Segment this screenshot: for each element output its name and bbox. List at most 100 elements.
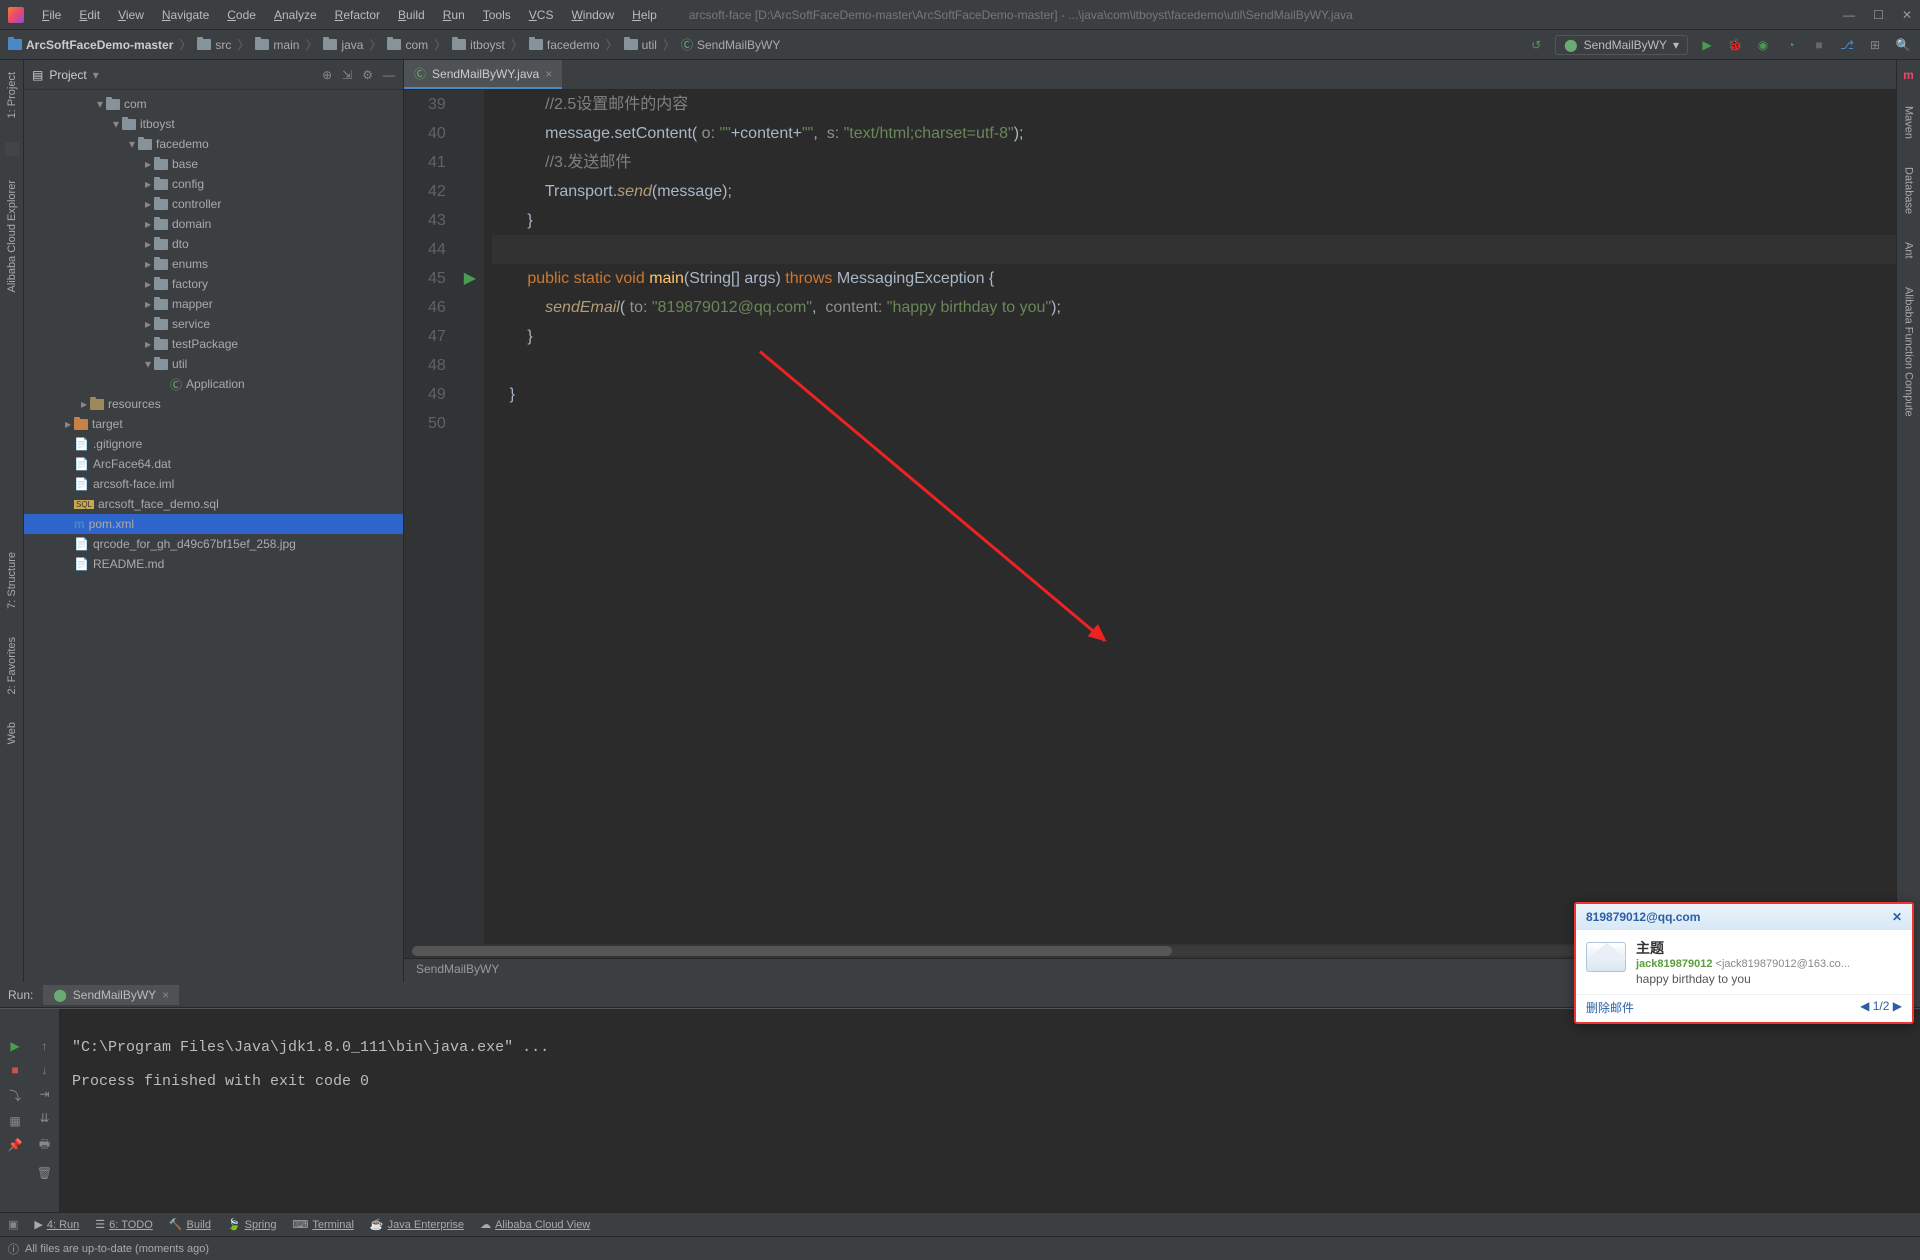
tree-item[interactable]: ▸mapper [24, 294, 403, 314]
right-tab-maven[interactable]: Maven [1903, 102, 1915, 143]
tree-item[interactable]: SQLarcsoft_face_demo.sql [24, 494, 403, 514]
collapse-icon[interactable]: ⇲ [342, 68, 352, 82]
stop-icon[interactable]: ■ [11, 1063, 18, 1077]
coverage-button[interactable]: ◉ [1754, 36, 1772, 54]
rerun-icon[interactable]: ▶ [10, 1039, 19, 1053]
stop-button[interactable]: ■ [1810, 36, 1828, 54]
left-tab-structure[interactable]: 7: Structure [6, 548, 18, 613]
left-tab-alibaba[interactable]: Alibaba Cloud Explorer [6, 176, 18, 297]
left-tab-favorites[interactable]: 2: Favorites [6, 633, 18, 698]
right-tab-database[interactable]: Database [1903, 163, 1915, 218]
debug-button[interactable]: 🐞 [1726, 36, 1744, 54]
console-output[interactable]: "C:\Program Files\Java\jdk1.8.0_111\bin\… [60, 1009, 1920, 1212]
profile-button[interactable]: ◔ [1782, 36, 1800, 54]
minimize-icon[interactable]: — [1843, 8, 1855, 22]
scroll-icon[interactable]: ⇊ [39, 1111, 49, 1125]
locate-icon[interactable]: ⊕ [322, 68, 332, 82]
print-icon[interactable]: 🖶 [39, 1135, 50, 1156]
sync-icon[interactable]: ↺ [1527, 36, 1545, 54]
breadcrumb-item[interactable]: util [624, 38, 657, 52]
close-tab-icon[interactable]: × [545, 67, 552, 81]
menu-build[interactable]: Build [390, 4, 433, 26]
menu-view[interactable]: View [110, 4, 152, 26]
tree-item[interactable]: ▸config [24, 174, 403, 194]
menu-run[interactable]: Run [435, 4, 473, 26]
left-tab-icon[interactable] [5, 142, 19, 156]
breadcrumb-item[interactable]: facedemo [529, 38, 600, 52]
tree-item[interactable]: ▸service [24, 314, 403, 334]
menu-vcs[interactable]: VCS [521, 4, 562, 26]
tree-item[interactable]: ▾com [24, 94, 403, 114]
update-icon[interactable]: ⊞ [1866, 36, 1884, 54]
breadcrumb-item[interactable]: ArcSoftFaceDemo-master [8, 38, 173, 52]
trash-icon[interactable]: 🗑 [37, 1166, 52, 1180]
right-tab-ant[interactable]: Ant [1903, 238, 1915, 263]
tree-item[interactable]: ▸enums [24, 254, 403, 274]
left-tab-web[interactable]: Web [6, 718, 18, 748]
close-tab-icon[interactable]: × [162, 988, 169, 1002]
bottom-tab[interactable]: ⌨ Terminal [292, 1218, 353, 1231]
tree-item[interactable]: ▸dto [24, 234, 403, 254]
right-tab-alifc[interactable]: Alibaba Function Compute [1903, 283, 1915, 421]
code-editor[interactable]: 394041424344454647484950 ▶ //2.5设置邮件的内容 … [404, 90, 1896, 944]
vcs-icon[interactable]: ⎇ [1838, 36, 1856, 54]
event-log-icon[interactable]: ⓘ [8, 1241, 19, 1257]
layout-icon[interactable]: ▦ [9, 1114, 20, 1128]
notif-prev-icon[interactable]: ◀ [1860, 999, 1869, 1013]
tree-item[interactable]: mpom.xml [24, 514, 403, 534]
editor-tab-active[interactable]: Ⓒ SendMailByWY.java × [404, 60, 562, 89]
bottom-tab[interactable]: 🔨 Build [169, 1218, 211, 1231]
run-button[interactable]: ▶ [1698, 36, 1716, 54]
bottom-tab[interactable]: 🍃 Spring [227, 1218, 277, 1231]
menu-code[interactable]: Code [219, 4, 264, 26]
maximize-icon[interactable]: ☐ [1873, 8, 1884, 22]
notif-delete-link[interactable]: 删除邮件 [1586, 999, 1634, 1016]
bottom-tab[interactable]: ☰ 6: TODO [95, 1218, 152, 1231]
left-tab-project[interactable]: 1: Project [6, 68, 18, 122]
pin-icon[interactable]: 📌 [8, 1138, 23, 1152]
breadcrumb-item[interactable]: java [323, 38, 363, 52]
tree-item[interactable]: ▸controller [24, 194, 403, 214]
gear-icon[interactable]: ⚙ [362, 68, 373, 82]
down-icon[interactable]: ↓ [42, 1063, 48, 1077]
tree-item[interactable]: ▸factory [24, 274, 403, 294]
bottom-tab[interactable]: ☕ Java Enterprise [370, 1218, 464, 1231]
menu-help[interactable]: Help [624, 4, 665, 26]
hide-icon[interactable]: — [383, 68, 395, 82]
run-config-selector[interactable]: ⬤ SendMailByWY ▾ [1555, 35, 1688, 55]
menu-file[interactable]: File [34, 4, 69, 26]
tree-item[interactable]: ▸resources [24, 394, 403, 414]
email-notification[interactable]: 819879012@qq.com ✕ 主题 jack819879012 <jac… [1574, 902, 1914, 1024]
exit-icon[interactable]: ⤵ [9, 1087, 21, 1104]
bottom-tab[interactable]: ▶ 4: Run [34, 1218, 79, 1231]
menu-refactor[interactable]: Refactor [327, 4, 388, 26]
tree-item[interactable]: ▸domain [24, 214, 403, 234]
project-tree[interactable]: ▾com▾itboyst▾facedemo▸base▸config▸contro… [24, 90, 403, 982]
notif-next-icon[interactable]: ▶ [1893, 999, 1902, 1013]
tree-item[interactable]: 📄qrcode_for_gh_d49c67bf15ef_258.jpg [24, 534, 403, 554]
close-icon[interactable]: ✕ [1902, 8, 1912, 22]
chevron-down-icon[interactable]: ▾ [93, 68, 99, 82]
menu-analyze[interactable]: Analyze [266, 4, 325, 26]
breadcrumb-item[interactable]: itboyst [452, 38, 505, 52]
breadcrumb-item[interactable]: Ⓒ SendMailByWY [681, 36, 780, 53]
breadcrumb-item[interactable]: src [197, 38, 231, 52]
breadcrumb-item[interactable]: com [387, 38, 428, 52]
run-tab[interactable]: ⬤ SendMailByWY × [43, 985, 179, 1005]
breadcrumb-item[interactable]: main [255, 38, 299, 52]
tree-item[interactable]: 📄.gitignore [24, 434, 403, 454]
tree-item[interactable]: 📄ArcFace64.dat [24, 454, 403, 474]
tree-item[interactable]: ⒸApplication [24, 374, 403, 394]
bottom-tab[interactable]: ☁ Alibaba Cloud View [480, 1218, 590, 1231]
wrap-icon[interactable]: ⇥ [39, 1087, 49, 1101]
up-icon[interactable]: ↑ [42, 1039, 48, 1053]
tree-item[interactable]: ▾facedemo [24, 134, 403, 154]
menu-edit[interactable]: Edit [71, 4, 108, 26]
bottom-toggle-icon[interactable]: ▣ [8, 1218, 18, 1231]
search-icon[interactable]: 🔍 [1894, 36, 1912, 54]
menu-tools[interactable]: Tools [475, 4, 519, 26]
menu-window[interactable]: Window [563, 4, 622, 26]
tree-item[interactable]: ▾util [24, 354, 403, 374]
tree-item[interactable]: 📄arcsoft-face.iml [24, 474, 403, 494]
tree-item[interactable]: ▸target [24, 414, 403, 434]
